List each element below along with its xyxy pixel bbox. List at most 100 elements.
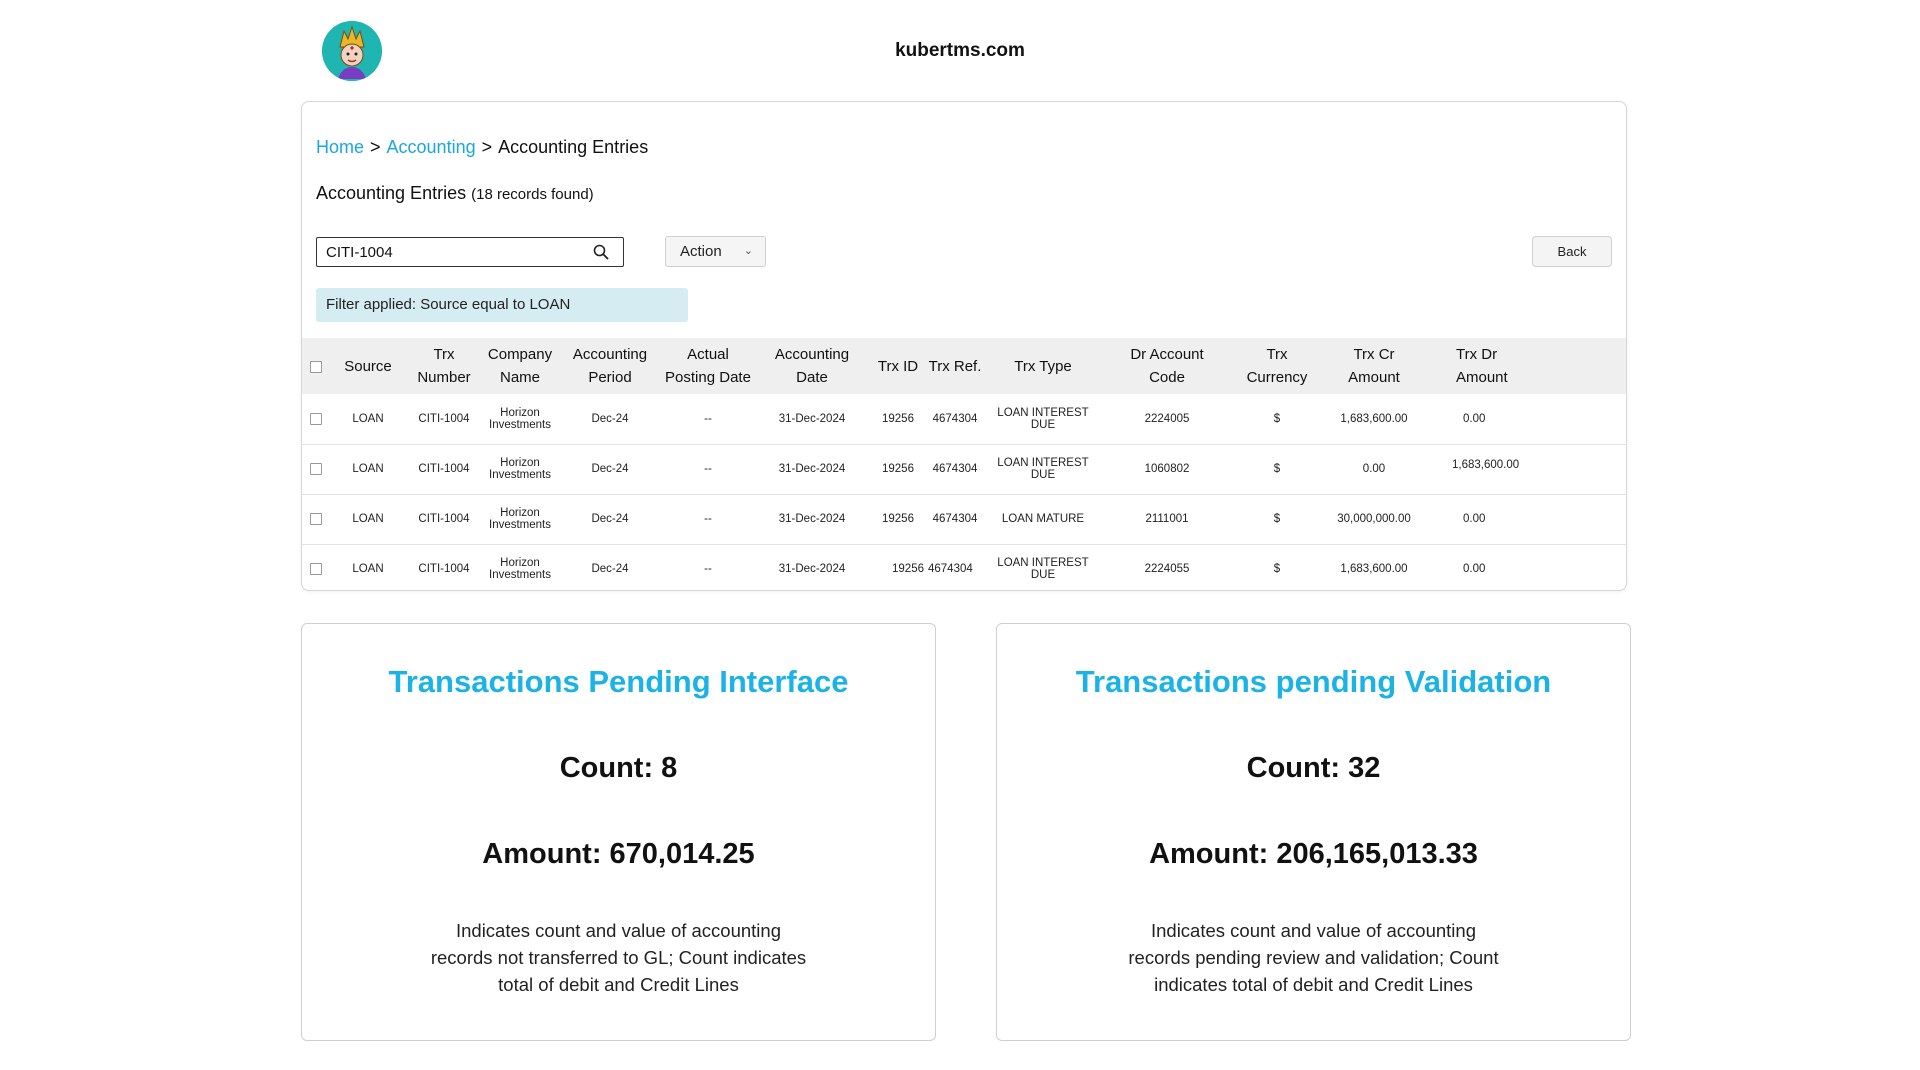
record-count: (18 records found) — [471, 186, 594, 203]
back-button[interactable]: Back — [1532, 236, 1612, 267]
column-header-text: Date — [796, 369, 828, 386]
column-header-text: Trx Cr — [1353, 346, 1395, 363]
page-title-text: Accounting Entries — [316, 183, 467, 203]
action-dropdown[interactable]: Action ⌄ — [665, 236, 766, 267]
column-header-trx-cr-amount[interactable]: Trx Cr Amount — [1322, 338, 1426, 394]
cell-trx-currency: $ — [1232, 394, 1322, 445]
card-description-line: indicates total of debit and Credit Line… — [1154, 974, 1473, 995]
card-description-line: records pending review and validation; C… — [1128, 947, 1499, 968]
column-header-trx-currency[interactable]: Trx Currency — [1232, 338, 1322, 394]
column-header-text: Amount — [1348, 369, 1400, 386]
search-input[interactable] — [317, 238, 577, 266]
select-all-cell — [302, 338, 330, 394]
column-header-trx-ref[interactable]: Trx Ref. — [926, 338, 984, 394]
column-header-company-name[interactable]: Company Name — [482, 338, 558, 394]
cell-trx-ref: 4674304 — [926, 394, 984, 445]
cell-dr-account-code: 2224055 — [1144, 563, 1190, 576]
search-icon[interactable] — [593, 244, 609, 260]
row-checkbox[interactable] — [310, 563, 322, 576]
column-header-trx-id[interactable]: Trx ID — [870, 338, 926, 394]
cell-text: Horizon — [500, 507, 540, 519]
cell-trx-type: LOAN INTEREST DUE — [997, 557, 1089, 582]
column-header-trx-number[interactable]: Trx Number — [406, 338, 482, 394]
cell-trx-id: 19256 — [870, 494, 926, 545]
breadcrumb-separator: > — [370, 137, 381, 157]
cell-text: Investments — [489, 469, 551, 481]
row-checkbox[interactable] — [310, 512, 322, 525]
cell-source: LOAN — [330, 494, 406, 545]
card-count: Count: 32 — [1246, 752, 1381, 784]
cell-trx-id: 19256 — [870, 394, 926, 445]
page-title: Accounting Entries (18 records found) — [316, 183, 594, 204]
cell-trx-number: CITI-1004 — [406, 494, 482, 545]
pending-validation-card: Transactions pending Validation Count: 3… — [996, 623, 1631, 1041]
row-checkbox[interactable] — [310, 462, 322, 475]
column-header-trx-dr-amount[interactable]: Trx Dr Amount — [1426, 338, 1626, 394]
card-description: Indicates count and value of accounting … — [997, 917, 1630, 998]
cell-trx-type: LOAN INTEREST DUE — [984, 394, 1102, 445]
column-header-text: Name — [499, 369, 540, 386]
column-header-source[interactable]: Source — [330, 338, 406, 394]
row-checkbox[interactable] — [310, 412, 322, 425]
column-header-text: Code — [1149, 369, 1185, 386]
select-all-checkbox[interactable] — [310, 360, 322, 373]
table-row[interactable]: LOAN CITI-1004 Horizon Investments Dec-24… — [302, 544, 1626, 590]
pending-interface-card: Transactions Pending Interface Count: 8 … — [301, 623, 936, 1041]
cell-accounting-period: Dec-24 — [558, 494, 662, 545]
cell-text: Investments — [489, 519, 551, 531]
cell-text: Horizon — [500, 457, 540, 469]
cell-actual-posting-date: -- — [704, 563, 712, 576]
column-header-dr-account-code[interactable]: Dr Account Code — [1102, 338, 1232, 394]
accounting-entries-panel: Home > Accounting > Accounting Entries Accou… — [301, 101, 1627, 591]
card-description-line: Indicates count and value of accounting — [455, 920, 781, 941]
cell-company-name: Horizon Investments — [482, 544, 558, 590]
column-header-text: Trx — [433, 346, 455, 363]
cell-actual-posting-date: -- — [662, 394, 754, 445]
cell-trx-number: CITI-1004 — [418, 563, 470, 576]
breadcrumb-home-link[interactable]: Home — [316, 137, 364, 157]
card-description-line: Indicates count and value of accounting — [1150, 920, 1476, 941]
accounting-entries-table: Source Trx Number Company Name Accounting P… — [302, 338, 1626, 590]
cell-trx-id: 19256 — [870, 444, 926, 495]
cell-trx-cr-amount: 30,000,000.00 — [1322, 494, 1426, 545]
table-row[interactable]: LOAN CITI-1004 Horizon Investments Dec-24… — [302, 444, 1626, 495]
column-header-actual-posting-date[interactable]: Actual Posting Date — [662, 338, 754, 394]
column-header-trx-type[interactable]: Trx Type — [984, 338, 1102, 394]
cell-text: Horizon — [500, 557, 540, 570]
column-header-text: Company — [487, 346, 553, 363]
cell-trx-type: LOAN MATURE — [984, 494, 1102, 545]
cell-company-name: Horizon Investments — [482, 394, 558, 445]
cell-trx-number: CITI-1004 — [406, 444, 482, 495]
row-select-cell — [302, 394, 330, 445]
row-select-cell — [302, 444, 330, 495]
column-header-text: Period — [588, 369, 632, 386]
column-header-text: Currency — [1246, 369, 1308, 386]
card-title: Transactions Pending Interface — [388, 664, 849, 699]
cell-source: LOAN — [330, 394, 406, 445]
cell-trx-dr-amount: 1,683,600.00 — [1426, 444, 1626, 495]
cell-accounting-period: Dec-24 — [558, 444, 662, 495]
breadcrumb-accounting-link[interactable]: Accounting — [387, 137, 476, 157]
cell-accounting-date: 31-Dec-2024 — [754, 394, 870, 445]
breadcrumb: Home > Accounting > Accounting Entries — [316, 137, 648, 158]
cell-trx-cr-amount: 1,683,600.00 — [1340, 563, 1408, 576]
cell-trx-cr-amount: 0.00 — [1322, 444, 1426, 495]
column-header-accounting-period[interactable]: Accounting Period — [558, 338, 662, 394]
table-header-row: Source Trx Number Company Name Accounting P… — [302, 338, 1626, 394]
card-amount: Amount: 206,165,013.33 — [1149, 838, 1478, 870]
card-description-line: total of debit and Credit Lines — [498, 974, 739, 995]
filter-applied-chip: Filter applied: Source equal to LOAN — [316, 288, 688, 322]
chevron-down-icon: ⌄ — [743, 245, 753, 257]
table-row[interactable]: LOAN CITI-1004 Horizon Investments Dec-24… — [302, 494, 1626, 545]
column-header-accounting-date[interactable]: Accounting Date — [754, 338, 870, 394]
breadcrumb-separator: > — [481, 137, 493, 157]
cell-accounting-period: Dec-24 — [558, 394, 662, 445]
cell-trx-type: LOAN INTEREST DUE — [984, 444, 1102, 495]
site-title: kubertms.com — [895, 40, 1025, 61]
cell-trx-ref: 4674304 — [926, 494, 984, 545]
cell-dr-account-code: 2111001 — [1102, 494, 1232, 545]
column-header-text: Source — [344, 357, 392, 375]
cell-text: Investments — [489, 569, 551, 582]
table-row[interactable]: LOAN CITI-1004 Horizon Investments Dec-24… — [302, 394, 1626, 445]
breadcrumb-current: Accounting Entries — [498, 137, 649, 157]
